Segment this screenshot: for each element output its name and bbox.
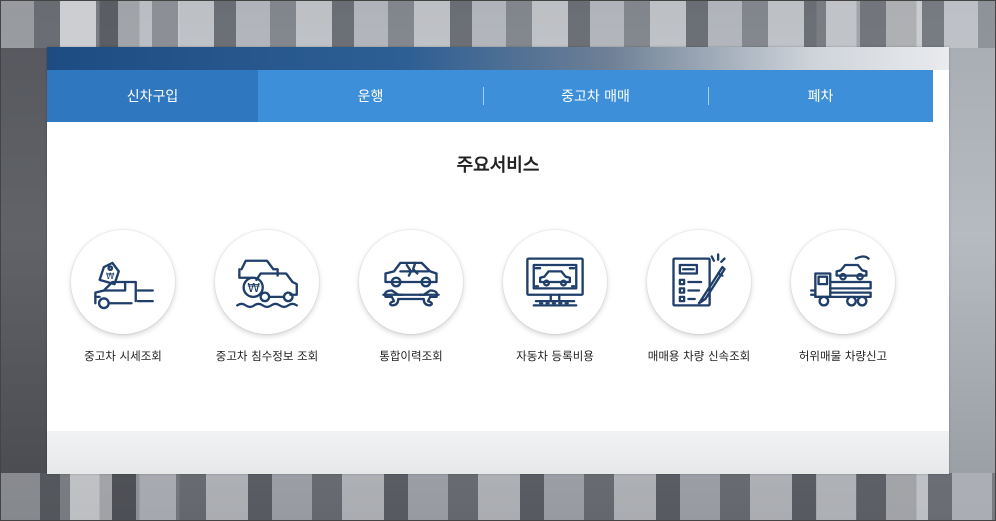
tow-truck-icon: [809, 255, 872, 307]
category-nav: 신차구입 운행 중고차 매매 폐차: [47, 70, 933, 122]
svg-text:₩: ₩: [106, 272, 115, 282]
service-label: 중고차 침수정보 조회: [215, 349, 319, 363]
service-label: 자동차 등록비용: [516, 349, 594, 363]
car-repair-wrench-icon: [382, 261, 440, 307]
service-icon-circle: [647, 230, 751, 334]
service-fake-listing-report[interactable]: 허위매물 차량신고: [768, 230, 918, 364]
service-flood-info[interactable]: ₩ 중고차 침수정보 조회: [192, 230, 342, 364]
tab-label: 운행: [357, 89, 384, 105]
service-label: 매매용 차량 신속조회: [647, 349, 751, 363]
tab-new-car[interactable]: 신차구입: [47, 70, 258, 122]
service-label: 중고차 시세조회: [84, 349, 162, 363]
service-icon-circle: ₩: [215, 230, 319, 334]
main-panel: 신차구입 운행 중고차 매매 폐차 주요서비스 ₩ 중고차 시세조회 ₩ 중고차…: [47, 47, 949, 474]
tab-used-car-trade[interactable]: 중고차 매매: [483, 70, 708, 122]
monitor-car-icon: [526, 257, 584, 307]
tab-scrap[interactable]: 폐차: [708, 70, 933, 122]
service-icon-circle: [503, 230, 607, 334]
tab-label: 폐차: [807, 89, 834, 105]
tab-driving[interactable]: 운행: [258, 70, 483, 122]
checklist-pen-icon: [672, 253, 726, 307]
service-icon-circle: ₩: [71, 230, 175, 334]
service-quick-lookup[interactable]: 매매용 차량 신속조회: [624, 230, 774, 364]
service-label: 통합이력조회: [379, 349, 443, 363]
panel-footer: [47, 431, 949, 474]
service-registration-cost[interactable]: 자동차 등록비용: [480, 230, 630, 364]
tab-label: 신차구입: [126, 89, 179, 105]
svg-text:₩: ₩: [247, 281, 260, 296]
service-icon-circle: [791, 230, 895, 334]
tab-label: 중고차 매매: [561, 89, 630, 105]
section-title: 주요서비스: [456, 155, 540, 176]
service-used-car-price[interactable]: ₩ 중고차 시세조회: [48, 230, 198, 364]
price-tag-car-icon: ₩: [94, 261, 154, 310]
service-icon-circle: [359, 230, 463, 334]
service-list: ₩ 중고차 시세조회 ₩ 중고차 침수정보 조회 통합이력조회 자동차 등록비용…: [47, 230, 949, 370]
background-parking-top: [0, 0, 996, 48]
service-integrated-history[interactable]: 통합이력조회: [336, 230, 486, 364]
background-parking-bottom: [0, 473, 996, 521]
flood-car-won-icon: ₩: [236, 259, 298, 309]
service-label: 허위매물 차량신고: [798, 349, 888, 363]
panel-banner: [47, 47, 949, 70]
